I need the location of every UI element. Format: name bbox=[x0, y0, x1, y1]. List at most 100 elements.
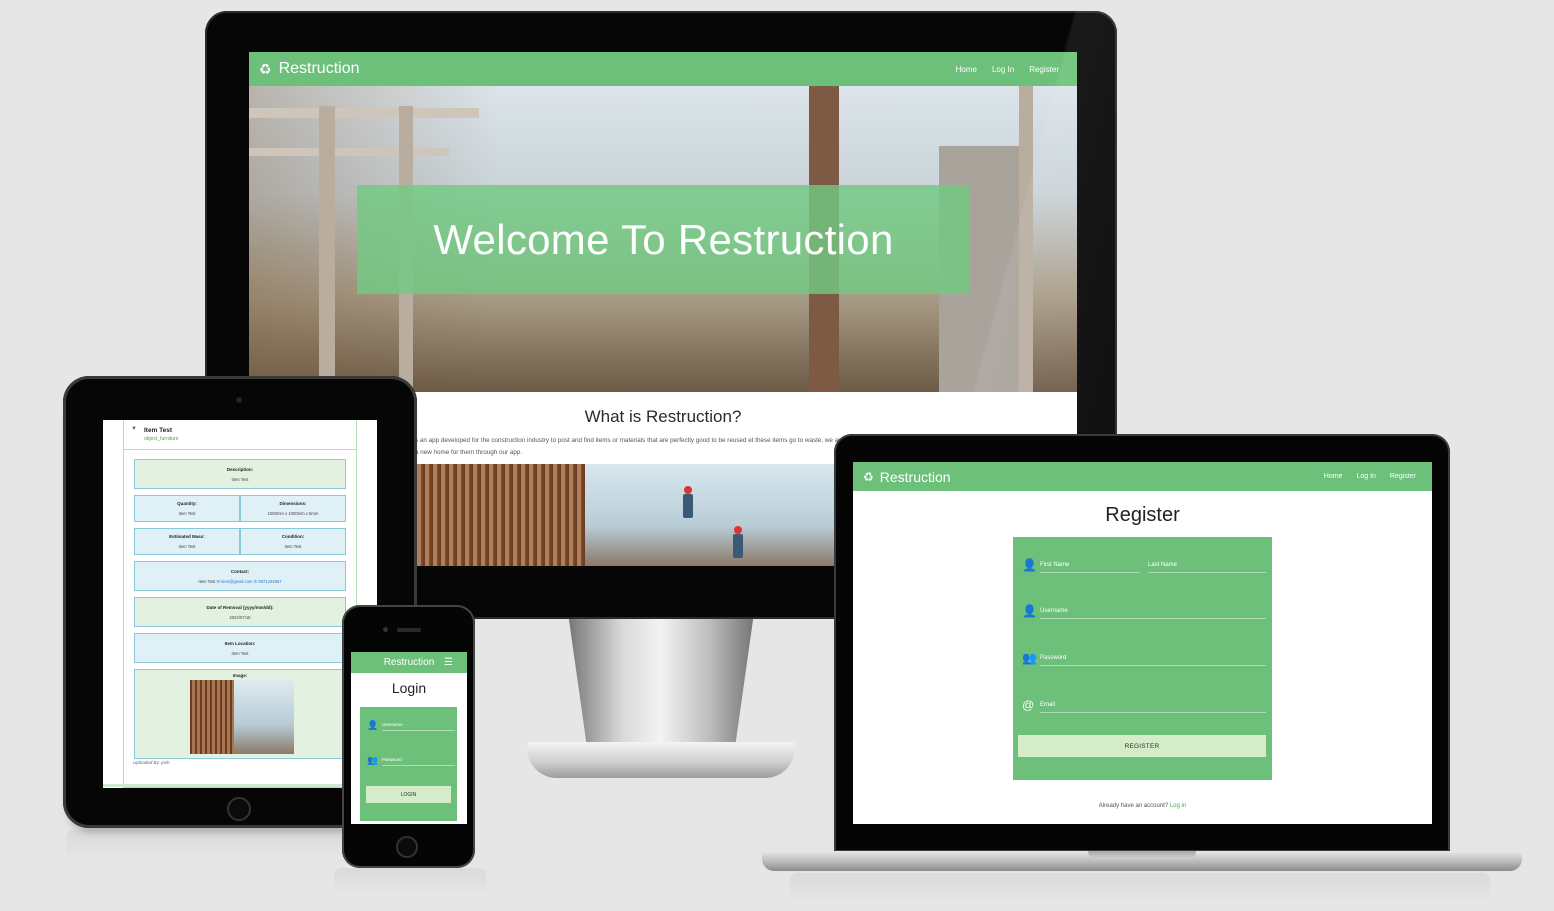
contact-phone[interactable]: 0871234567 bbox=[258, 579, 281, 584]
login-title: Login bbox=[391, 680, 427, 696]
last-name-placeholder: Last Name bbox=[1148, 561, 1178, 568]
monitor-stand-base bbox=[527, 742, 795, 778]
password-row: 👥 Password bbox=[1022, 650, 1266, 666]
laptop-brand[interactable]: ♻ Restruction bbox=[863, 469, 951, 485]
user-icon: 👤 bbox=[1022, 558, 1037, 572]
item-header[interactable]: ▼ Item Test object_furniture bbox=[123, 420, 357, 450]
item-details: Description: Item Test Quantity: Item Te… bbox=[123, 450, 357, 788]
hero-beam bbox=[249, 148, 449, 156]
contact-value: Item Test ✉ item@gmail.com ✆ 0871234567 bbox=[198, 579, 281, 584]
location-cell: Item Location: Item Test bbox=[134, 633, 346, 663]
laptop-nav-links: Home Log In Register bbox=[1310, 473, 1416, 480]
mass-cell: Estimated Mass: Item Test bbox=[134, 528, 240, 555]
tablet-reflection bbox=[66, 830, 414, 860]
menu-icon[interactable]: ☰ bbox=[444, 657, 453, 668]
phone-navbar: Restruction ☰ bbox=[351, 652, 467, 673]
phone-camera bbox=[383, 627, 388, 632]
item-photo[interactable] bbox=[190, 680, 294, 754]
photo-worker bbox=[733, 526, 743, 558]
item-category: object_furniture bbox=[144, 436, 179, 442]
removal-date-label: Date of Removal (yyyy/mm/dd): bbox=[206, 604, 274, 610]
already-account-text: Already have an account? Log in bbox=[853, 803, 1432, 809]
contact-cell: Contact: Item Test ✉ item@gmail.com ✆ 08… bbox=[134, 561, 346, 591]
dimensions-cell: Dimensions: 1000mm x 1000mm x 5mm bbox=[240, 495, 346, 522]
recycle-icon: ♻ bbox=[863, 469, 874, 484]
nav-home-link[interactable]: Home bbox=[1324, 473, 1343, 480]
hero-overlay: Welcome To Restruction bbox=[357, 185, 970, 294]
tablet-bottom-line bbox=[103, 784, 377, 787]
photo-sky bbox=[585, 464, 835, 566]
dimensions-label: Dimensions: bbox=[279, 501, 307, 506]
user-plus-icon: 👤 bbox=[1022, 604, 1037, 618]
email-input[interactable]: Email bbox=[1040, 697, 1266, 713]
location-value: Item Test bbox=[231, 650, 249, 656]
phone-brand[interactable]: Restruction bbox=[384, 657, 435, 668]
name-row: 👤 First Name Last Name bbox=[1022, 557, 1266, 573]
email-row: @ Email bbox=[1022, 697, 1266, 713]
mass-value: Item Test bbox=[178, 544, 196, 549]
location-label: Item Location: bbox=[224, 640, 256, 646]
password-placeholder: Password bbox=[1040, 654, 1067, 661]
what-is-text: s an app developed for the construction … bbox=[415, 437, 874, 456]
description-cell: Description: Item Test bbox=[134, 459, 346, 489]
mass-label: Estimated Mass: bbox=[169, 534, 205, 539]
photo-worker bbox=[683, 486, 693, 518]
register-button[interactable]: REGISTER bbox=[1018, 735, 1266, 757]
desktop-brand[interactable]: ♻ Restruction bbox=[259, 60, 359, 78]
login-username-input[interactable]: Username bbox=[382, 719, 455, 731]
condition-cell: Condition: Item Test bbox=[240, 528, 346, 555]
register-title: Register bbox=[1105, 504, 1180, 526]
monitor-stand bbox=[568, 619, 754, 744]
login-password-input[interactable]: Password bbox=[382, 754, 455, 766]
photo-sky bbox=[234, 680, 294, 754]
first-name-input[interactable]: First Name bbox=[1040, 557, 1140, 573]
laptop-screen: ♻ Restruction Home Log In Register Regis… bbox=[853, 462, 1432, 824]
brand-text: Restruction bbox=[879, 468, 951, 485]
quantity-label: Quantity: bbox=[177, 501, 197, 506]
nav-register-link[interactable]: Register bbox=[1390, 473, 1416, 480]
condition-label: Condition: bbox=[281, 534, 305, 539]
first-name-placeholder: First Name bbox=[1040, 561, 1070, 568]
tablet-camera bbox=[236, 397, 242, 403]
login-username-placeholder: Username bbox=[382, 722, 403, 727]
hero-title: Welcome To Restruction bbox=[433, 215, 894, 263]
tablet-screen: ▼ Item Test object_furniture Description… bbox=[103, 420, 377, 788]
login-link[interactable]: Log in bbox=[1170, 803, 1186, 809]
uploaded-by-text: Uploaded By: josh bbox=[133, 760, 170, 765]
image-cell: Image: bbox=[134, 669, 346, 759]
laptop-navbar: ♻ Restruction Home Log In Register bbox=[853, 462, 1432, 491]
login-form: 👤 Username 👥 Password LOGIN bbox=[360, 707, 457, 821]
phone-screen: Restruction ☰ Login 👤 Username 👥 Passwor… bbox=[351, 652, 467, 824]
email-icon: ✉ bbox=[216, 578, 221, 584]
dimensions-value: 1000mm x 1000mm x 5mm bbox=[267, 511, 319, 516]
description-value: Item Test bbox=[231, 476, 249, 482]
username-input[interactable]: Username bbox=[1040, 603, 1266, 619]
description-label: Description: bbox=[226, 466, 254, 472]
quantity-cell: Quantity: Item Test bbox=[134, 495, 240, 522]
brand-text: Restruction bbox=[278, 60, 360, 77]
phone-speaker bbox=[397, 628, 421, 632]
user-icon: 👤 bbox=[367, 719, 379, 730]
contact-label: Contact: bbox=[230, 568, 250, 574]
quantity-value: Item Test bbox=[178, 511, 196, 516]
laptop-reflection bbox=[790, 873, 1490, 903]
nav-login-link[interactable]: Log In bbox=[1356, 473, 1375, 480]
phone-icon: ✆ bbox=[253, 578, 258, 584]
login-username-row: 👤 Username bbox=[367, 719, 455, 731]
last-name-input[interactable]: Last Name bbox=[1148, 557, 1266, 573]
phone-reflection bbox=[334, 868, 486, 896]
removal-date-value: 2022/07/15 bbox=[229, 614, 251, 620]
removal-date-cell: Date of Removal (yyyy/mm/dd): 2022/07/15 bbox=[134, 597, 346, 627]
condition-value: Item Test bbox=[284, 544, 302, 549]
user-lock-icon: 👥 bbox=[1022, 651, 1037, 665]
contact-name: Item Test bbox=[198, 578, 216, 584]
caret-down-icon[interactable]: ▼ bbox=[131, 426, 137, 432]
hero-column bbox=[319, 106, 335, 392]
login-button[interactable]: LOGIN bbox=[366, 786, 451, 803]
at-icon: @ bbox=[1022, 698, 1035, 712]
item-title: Item Test bbox=[144, 427, 173, 434]
username-row: 👤 Username bbox=[1022, 603, 1266, 619]
user-lock-icon: 👥 bbox=[367, 754, 379, 765]
contact-email[interactable]: item@gmail.com bbox=[221, 579, 252, 584]
password-input[interactable]: Password bbox=[1040, 650, 1266, 666]
